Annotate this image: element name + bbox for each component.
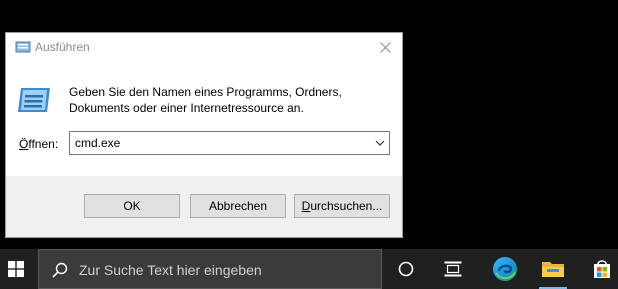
search-icon bbox=[52, 262, 68, 278]
browse-button[interactable]: Durchsuchen... bbox=[294, 194, 390, 218]
open-label: Öffnen: bbox=[19, 137, 58, 151]
task-view-icon bbox=[444, 261, 462, 277]
edge-button[interactable] bbox=[485, 249, 525, 289]
close-button[interactable] bbox=[368, 33, 402, 61]
cancel-button-label: Abbrechen bbox=[208, 199, 268, 213]
cortana-button[interactable] bbox=[386, 249, 426, 289]
task-view-button[interactable] bbox=[433, 249, 473, 289]
open-input[interactable]: cmd.exe bbox=[75, 136, 120, 150]
store-icon bbox=[594, 260, 610, 278]
start-button[interactable] bbox=[0, 249, 32, 289]
dialog-description: Geben Sie den Namen eines Programms, Ord… bbox=[69, 84, 342, 116]
taskbar: Zur Suche Text hier eingeben bbox=[0, 249, 618, 289]
dialog-title: Ausführen bbox=[35, 40, 90, 54]
store-button[interactable] bbox=[582, 249, 618, 289]
run-icon bbox=[15, 41, 31, 53]
dialog-footer: OK Abbrechen Durchsuchen... bbox=[6, 176, 402, 237]
cancel-button[interactable]: Abbrechen bbox=[190, 194, 286, 218]
open-combobox[interactable]: cmd.exe bbox=[69, 131, 390, 155]
chevron-down-icon[interactable] bbox=[375, 138, 385, 148]
browse-accesskey: D bbox=[301, 199, 311, 213]
ok-button-label: OK bbox=[123, 199, 141, 213]
run-dialog: Ausführen Geben Sie den Namen eines Prog… bbox=[5, 32, 403, 238]
file-explorer-button[interactable] bbox=[533, 249, 573, 289]
close-icon bbox=[379, 41, 391, 53]
file-explorer-icon bbox=[542, 262, 564, 277]
taskbar-search-box[interactable]: Zur Suche Text hier eingeben bbox=[38, 249, 382, 289]
open-label-rest: ffnen: bbox=[28, 137, 59, 151]
description-line-2: Dokuments oder einer Internetressource a… bbox=[69, 101, 304, 115]
description-line-1: Geben Sie den Namen eines Programms, Ord… bbox=[69, 85, 342, 99]
search-placeholder: Zur Suche Text hier eingeben bbox=[79, 262, 262, 278]
windows-start-icon bbox=[8, 261, 24, 277]
browse-button-label: urchsuchen... bbox=[310, 199, 383, 213]
title-bar[interactable]: Ausführen bbox=[6, 33, 402, 63]
cortana-icon bbox=[398, 261, 414, 277]
edge-icon bbox=[493, 257, 517, 281]
ok-button[interactable]: OK bbox=[84, 194, 180, 218]
open-label-accesskey: Ö bbox=[19, 137, 29, 151]
run-program-icon bbox=[18, 88, 50, 112]
